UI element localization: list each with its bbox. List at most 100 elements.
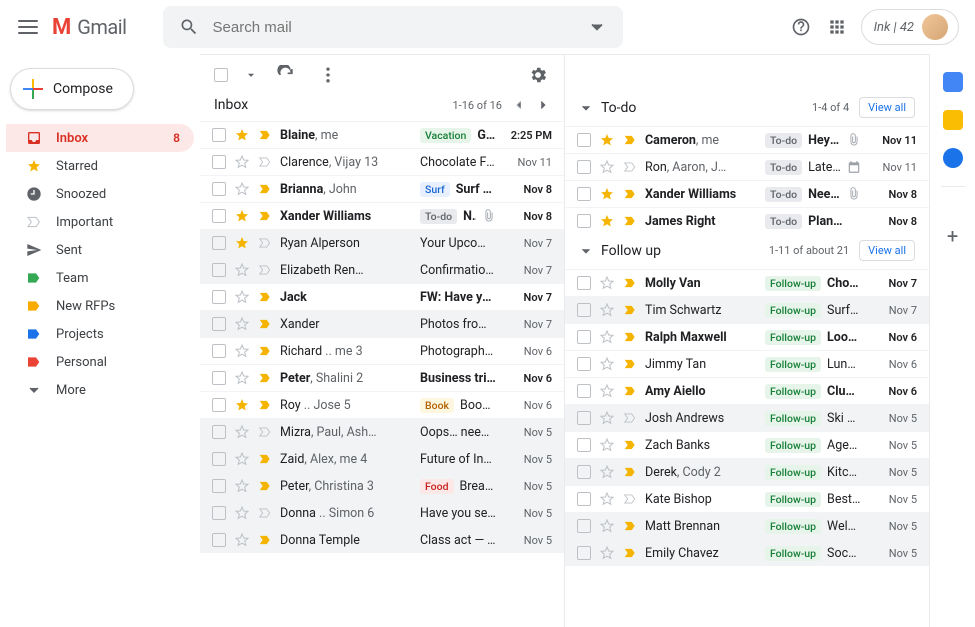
row-checkbox[interactable] — [577, 330, 591, 344]
importance-icon[interactable] — [623, 133, 637, 147]
mail-row[interactable]: Emily Chavez Follow-upSocce… Nov 5 — [565, 539, 929, 566]
importance-icon[interactable] — [623, 546, 637, 560]
row-checkbox[interactable] — [212, 182, 226, 196]
star-icon[interactable] — [599, 275, 615, 291]
importance-icon[interactable] — [623, 492, 637, 506]
row-checkbox[interactable] — [577, 187, 591, 201]
row-checkbox[interactable] — [577, 465, 591, 479]
importance-icon[interactable] — [258, 344, 272, 358]
help-icon[interactable] — [789, 15, 813, 39]
mail-row[interactable]: James Right To-doPlan… Nov 8 — [565, 207, 929, 234]
row-checkbox[interactable] — [577, 519, 591, 533]
star-icon[interactable] — [234, 154, 250, 170]
importance-icon[interactable] — [623, 438, 637, 452]
nav-item-more[interactable]: More — [6, 376, 194, 404]
row-checkbox[interactable] — [577, 133, 591, 147]
mail-row[interactable]: Blaine, me VacationGreece… 2:25 PM — [200, 121, 564, 148]
mail-row[interactable]: Brianna, John SurfSurf Sunda… Nov 8 — [200, 175, 564, 202]
star-icon[interactable] — [234, 235, 250, 251]
importance-icon[interactable] — [623, 214, 637, 228]
mail-row[interactable]: Donna Temple Class act — Tom… Nov 5 — [200, 526, 564, 553]
row-checkbox[interactable] — [577, 546, 591, 560]
nav-item-starred[interactable]: Starred — [6, 152, 194, 180]
nav-item-sent[interactable]: Sent — [6, 236, 194, 264]
mail-row[interactable]: Ryan Alperson Your Upcoming R… Nov 7 — [200, 229, 564, 256]
nav-item-important[interactable]: Important — [6, 208, 194, 236]
row-checkbox[interactable] — [212, 317, 226, 331]
star-icon[interactable] — [234, 262, 250, 278]
row-checkbox[interactable] — [212, 290, 226, 304]
importance-icon[interactable] — [258, 479, 272, 493]
mail-row[interactable]: Xander Williams To-doNeed… Nov 8 — [565, 180, 929, 207]
more-actions-button[interactable] — [316, 63, 340, 87]
mail-row[interactable]: Jimmy Tan Follow-upLunch… Nov 6 — [565, 350, 929, 377]
row-checkbox[interactable] — [212, 155, 226, 169]
row-checkbox[interactable] — [212, 263, 226, 277]
row-checkbox[interactable] — [577, 303, 591, 317]
importance-icon[interactable] — [258, 371, 272, 385]
mail-row[interactable]: Peter, Christina 3 FoodBread and… Nov 5 — [200, 472, 564, 499]
nav-item-team[interactable]: Team — [6, 264, 194, 292]
nav-item-inbox[interactable]: Inbox8 — [6, 124, 194, 152]
row-checkbox[interactable] — [212, 344, 226, 358]
importance-icon[interactable] — [623, 330, 637, 344]
star-icon[interactable] — [234, 451, 250, 467]
account-chip[interactable]: Ink | 42 — [861, 9, 959, 45]
star-icon[interactable] — [234, 289, 250, 305]
row-checkbox[interactable] — [212, 398, 226, 412]
star-icon[interactable] — [234, 370, 250, 386]
star-icon[interactable] — [599, 302, 615, 318]
star-icon[interactable] — [599, 356, 615, 372]
view-all-button[interactable]: View all — [859, 97, 915, 118]
section-toggle-icon[interactable] — [579, 244, 593, 258]
star-icon[interactable] — [234, 505, 250, 521]
importance-icon[interactable] — [258, 182, 272, 196]
importance-icon[interactable] — [258, 263, 272, 277]
nav-item-new-rfps[interactable]: New RFPs — [6, 292, 194, 320]
calendar-addon-icon[interactable] — [943, 72, 963, 92]
compose-button[interactable]: Compose — [10, 68, 134, 110]
importance-icon[interactable] — [623, 357, 637, 371]
mail-row[interactable]: Clarence, Vijay 13 Chocolate Factor… Nov… — [200, 148, 564, 175]
importance-icon[interactable] — [623, 276, 637, 290]
row-checkbox[interactable] — [577, 384, 591, 398]
importance-icon[interactable] — [258, 425, 272, 439]
importance-icon[interactable] — [258, 452, 272, 466]
importance-icon[interactable] — [258, 128, 272, 142]
star-icon[interactable] — [234, 127, 250, 143]
importance-icon[interactable] — [258, 506, 272, 520]
mail-row[interactable]: Jack FW: Have you ev… Nov 7 — [200, 283, 564, 310]
star-icon[interactable] — [599, 329, 615, 345]
star-icon[interactable] — [234, 343, 250, 359]
star-icon[interactable] — [599, 437, 615, 453]
refresh-button[interactable] — [274, 63, 298, 87]
mail-row[interactable]: Xander Williams To-doNeed… Nov 8 — [200, 202, 564, 229]
mail-row[interactable]: Ron, Aaron, J… To-doLate… Nov 11 — [565, 153, 929, 180]
search-bar[interactable] — [163, 6, 623, 48]
star-icon[interactable] — [234, 478, 250, 494]
mail-row[interactable]: Ralph Maxwell Follow-upLooki… Nov 6 — [565, 323, 929, 350]
star-icon[interactable] — [599, 383, 615, 399]
search-options-icon[interactable] — [585, 15, 609, 39]
star-icon[interactable] — [599, 186, 615, 202]
importance-icon[interactable] — [258, 317, 272, 331]
importance-icon[interactable] — [623, 160, 637, 174]
settings-gear-icon[interactable] — [526, 63, 550, 87]
mail-row[interactable]: Josh Andrews Follow-upSki se… Nov 5 — [565, 404, 929, 431]
nav-item-personal[interactable]: Personal — [6, 348, 194, 376]
get-addons-icon[interactable]: + — [947, 224, 958, 248]
prev-page-icon[interactable] — [512, 98, 526, 112]
importance-icon[interactable] — [623, 384, 637, 398]
row-checkbox[interactable] — [212, 533, 226, 547]
mail-row[interactable]: Cameron, me To-doHey t… Nov 11 — [565, 126, 929, 153]
tasks-addon-icon[interactable] — [943, 148, 963, 168]
row-checkbox[interactable] — [212, 128, 226, 142]
importance-icon[interactable] — [623, 303, 637, 317]
star-icon[interactable] — [599, 213, 615, 229]
select-all-checkbox[interactable] — [214, 68, 228, 82]
row-checkbox[interactable] — [212, 452, 226, 466]
row-checkbox[interactable] — [577, 214, 591, 228]
star-icon[interactable] — [234, 424, 250, 440]
mail-row[interactable]: Richard .. me 3 Photography clas… Nov 6 — [200, 337, 564, 364]
section-toggle-icon[interactable] — [579, 101, 593, 115]
